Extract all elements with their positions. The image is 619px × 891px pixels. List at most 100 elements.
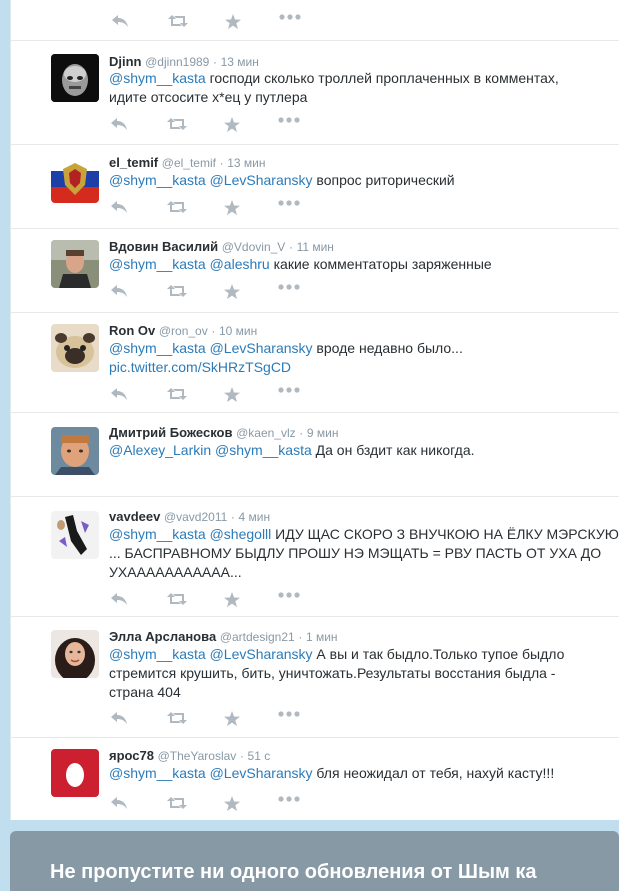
tweet[interactable]: Djinn @djinn1989 · 13 мин @shym__kasta г… [10, 41, 619, 145]
reply-icon[interactable] [111, 14, 131, 30]
fullname[interactable]: Вдовин Василий [109, 239, 218, 254]
text-segment: вроде недавно было... [312, 340, 463, 356]
handle[interactable]: @ron_ov [159, 324, 208, 338]
star-icon[interactable] [224, 592, 244, 608]
fullname[interactable]: Элла Арсланова [109, 629, 216, 644]
tweet-actions [110, 387, 310, 403]
retweet-icon[interactable] [168, 14, 188, 30]
retweet-icon[interactable] [167, 711, 187, 727]
star-icon[interactable] [224, 796, 244, 812]
timestamp[interactable]: 13 мин [227, 156, 265, 170]
mention-link[interactable]: @shym__kasta [109, 70, 206, 86]
handle[interactable]: @vavd2011 [164, 510, 227, 524]
retweet-icon[interactable] [167, 284, 187, 300]
mention-link[interactable]: @shym__kasta [109, 340, 206, 356]
mention-link[interactable]: @shym__kasta [109, 256, 206, 272]
more-icon[interactable] [278, 200, 300, 216]
more-icon[interactable] [278, 284, 300, 300]
handle[interactable]: @kaen_vlz [236, 426, 296, 440]
timestamp[interactable]: 13 мин [221, 55, 259, 69]
retweet-icon[interactable] [167, 387, 187, 403]
fullname[interactable]: Ron Ov [109, 323, 155, 338]
fullname[interactable]: Дмитрий Божесков [109, 425, 233, 440]
mention-link[interactable]: @shym__kasta [215, 442, 312, 458]
mention-link[interactable]: @Alexey_Larkin [109, 442, 211, 458]
timestamp[interactable]: 9 мин [307, 426, 339, 440]
star-icon[interactable] [224, 387, 244, 403]
tweet-actions [110, 711, 310, 727]
star-icon[interactable] [224, 117, 244, 133]
tweet[interactable]: el_temif @el_temif · 13 мин @shym__kasta… [10, 145, 619, 229]
more-icon[interactable] [278, 387, 300, 403]
avatar[interactable] [51, 630, 99, 678]
fullname[interactable]: el_temif [109, 155, 158, 170]
fullname[interactable]: vavdeev [109, 509, 160, 524]
handle[interactable]: @djinn1989 [145, 55, 209, 69]
mention-link[interactable]: @shym__kasta [109, 172, 206, 188]
reply-icon[interactable] [110, 200, 130, 216]
mention-link[interactable]: @LevSharansky [210, 765, 313, 781]
star-icon[interactable] [224, 284, 244, 300]
mention-link[interactable]: @shym__kasta [109, 765, 206, 781]
tweet-text: @shym__kasta @LevSharansky вроде недавно… [109, 339, 489, 377]
fullname[interactable]: ярос78 [109, 748, 154, 763]
timestamp[interactable]: 11 мин [297, 240, 334, 254]
fullname[interactable]: Djinn [109, 54, 142, 69]
reply-icon[interactable] [110, 387, 130, 403]
avatar[interactable] [51, 427, 99, 475]
tweet-text: @shym__kasta @shegolll ИДУ ЩАС СКОРО З В… [109, 525, 619, 582]
avatar[interactable] [51, 240, 99, 288]
timestamp[interactable]: 10 мин [219, 324, 257, 338]
mention-link[interactable]: @shym__kasta [109, 526, 206, 542]
tweet[interactable]: Элла Арсланова @artdesign21 · 1 мин @shy… [10, 617, 619, 738]
tweet-text: @shym__kasta @LevSharansky бля неожидал … [109, 764, 589, 783]
reply-icon[interactable] [110, 117, 130, 133]
reply-icon[interactable] [110, 711, 130, 727]
star-icon[interactable] [224, 711, 244, 727]
avatar[interactable] [51, 155, 99, 203]
more-icon[interactable] [278, 592, 300, 608]
tweet-header: vavdeev @vavd2011 · 4 мин [109, 509, 270, 525]
tweet[interactable]: Ron Ov @ron_ov · 10 мин @shym__kasta @Le… [10, 313, 619, 413]
star-icon[interactable] [225, 14, 245, 30]
retweet-icon[interactable] [167, 200, 187, 216]
reply-icon[interactable] [110, 592, 130, 608]
mention-link[interactable]: @LevSharansky [210, 340, 313, 356]
retweet-icon[interactable] [167, 796, 187, 812]
handle[interactable]: @Vdovin_V [222, 240, 286, 254]
timestamp[interactable]: 1 мин [306, 630, 338, 644]
retweet-icon[interactable] [167, 592, 187, 608]
text-segment: бля неожидал от тебя, нахуй касту!!! [312, 765, 555, 781]
handle[interactable]: @artdesign21 [220, 630, 295, 644]
tweet-text: @shym__kasta @aleshru какие комментаторы… [109, 255, 589, 274]
avatar[interactable] [51, 54, 99, 102]
more-icon[interactable] [278, 711, 300, 727]
tweet[interactable]: Дмитрий Божесков @kaen_vlz · 9 мин @Alex… [10, 413, 619, 497]
tweet-header: Дмитрий Божесков @kaen_vlz · 9 мин [109, 425, 339, 441]
mention-link[interactable]: @aleshru [210, 256, 270, 272]
timestamp[interactable]: 4 мин [239, 510, 271, 524]
media-link[interactable]: pic.twitter.com/SkHRzTSgCD [109, 359, 291, 375]
more-icon[interactable] [279, 14, 301, 30]
more-icon[interactable] [278, 796, 300, 812]
avatar[interactable] [51, 749, 99, 797]
more-icon[interactable] [278, 117, 300, 133]
avatar[interactable] [51, 324, 99, 372]
reply-icon[interactable] [110, 796, 130, 812]
avatar[interactable] [51, 511, 99, 559]
handle[interactable]: @el_temif [162, 156, 216, 170]
star-icon[interactable] [224, 200, 244, 216]
separator-dot: · [299, 426, 304, 440]
mention-link[interactable]: @shym__kasta [109, 646, 206, 662]
retweet-icon[interactable] [167, 117, 187, 133]
separator-dot: · [230, 510, 235, 524]
tweet[interactable]: vavdeev @vavd2011 · 4 мин @shym__kasta @… [10, 497, 619, 617]
tweet[interactable]: Вдовин Василий @Vdovin_V · 11 мин @shym_… [10, 229, 619, 313]
reply-icon[interactable] [110, 284, 130, 300]
mention-link[interactable]: @LevSharansky [210, 172, 313, 188]
tweet[interactable]: ярос78 @TheYaroslav · 51 с @shym__kasta … [10, 738, 619, 820]
handle[interactable]: @TheYaroslav [158, 749, 237, 763]
timestamp[interactable]: 51 с [248, 749, 271, 763]
mention-link[interactable]: @LevSharansky [210, 646, 313, 662]
mention-link[interactable]: @shegolll [210, 526, 272, 542]
